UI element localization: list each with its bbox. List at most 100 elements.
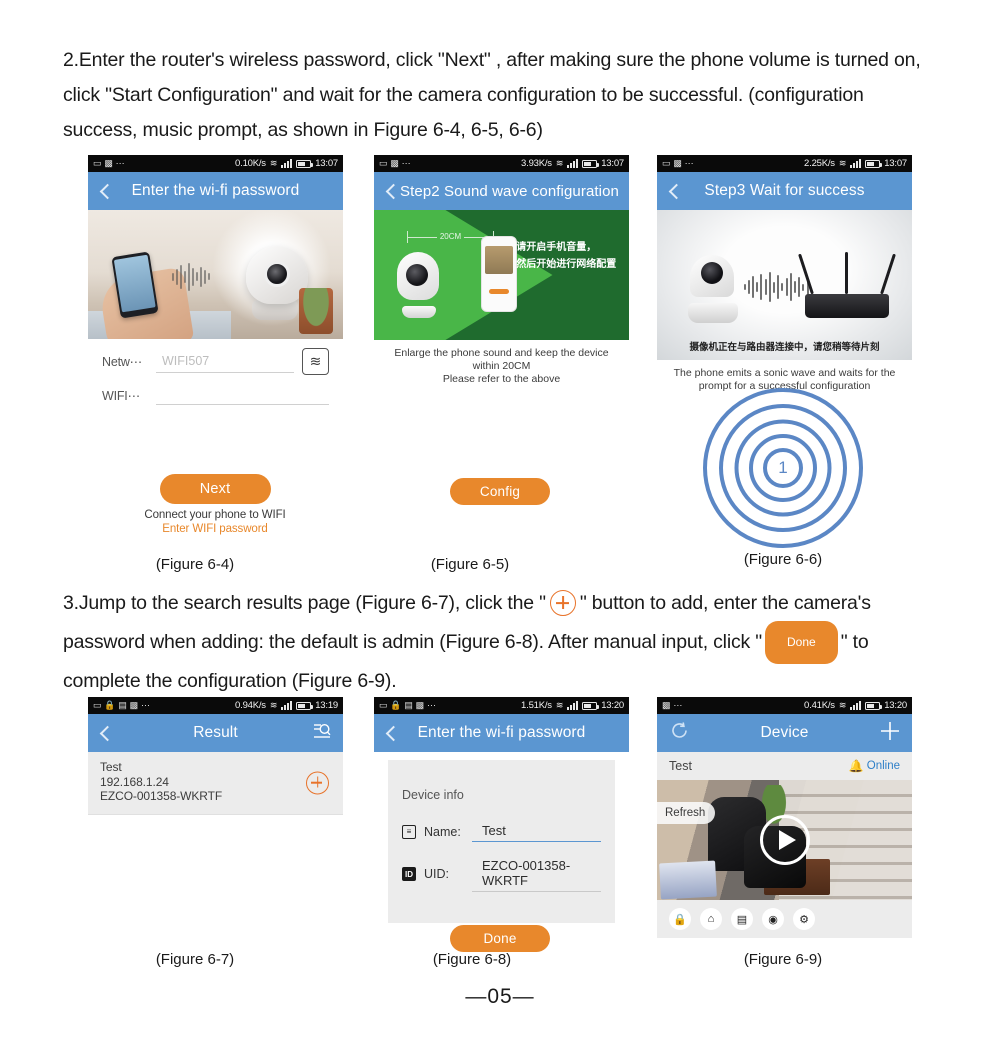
fig64-wifi-row: WIFI⋯ [88,377,343,407]
done-button[interactable]: Done [450,925,550,952]
fig66-caption-line-1: The phone emits a sonic wave and waits f… [673,367,896,379]
fig69-navbar: Device [657,714,912,752]
camera-stand-shape [402,306,437,319]
lock-icon[interactable]: 🔒 [669,908,691,930]
device-toolbar: 🔒 ⌂ ▤ ◉ ⚙ [657,900,912,938]
search-list-icon[interactable] [314,722,331,744]
fig67-time: 13:19 [315,700,338,711]
router-shape [798,252,896,318]
fig64-network-label: Netw⋯ [102,355,142,369]
papers-shape [658,860,717,900]
fig65-cn-line2: 然后开始进行网络配置 [516,258,617,270]
result-name: Test [100,760,122,774]
inline-done-button: Done [765,621,838,664]
wifi-icon: ≋ [269,158,278,168]
fig69-status-right: 0.41K/s ≋ 13:20 [804,700,907,711]
figure-6-7-caption: (Figure 6-7) [155,951,235,968]
more-icon: ⋯ [115,158,125,168]
camera-base-shape [687,303,738,323]
apps-icon: ▩ [129,700,139,710]
page-number-dash-right: — [512,985,535,1008]
fig65-status-left-icons: ▭ ▩ ⋯ [379,158,411,168]
fig68-cta-group: Done [390,925,610,952]
next-button[interactable]: Next [159,474,271,504]
wifi-icon: ≋ [838,700,847,710]
fig65-caption-line-1: Enlarge the phone sound and keep the dev… [394,347,609,372]
fig64-network-row: Netw⋯ WIFI507 ≋ [88,339,343,377]
fig64-cta-sub2: Enter WIFI password [162,523,268,535]
config-button[interactable]: Config [450,478,550,505]
fig65-data-rate: 3.93K/s [521,158,552,169]
back-chevron-icon[interactable] [385,183,402,199]
fig68-navbar: Enter the wi-fi password [374,714,629,752]
plus-icon[interactable] [880,721,900,746]
battery-icon [296,701,314,710]
wifi-scan-icon[interactable]: ≋ [302,348,329,375]
refresh-button[interactable]: Refresh [657,801,716,824]
fig64-navbar-title: Enter the wi-fi password [131,182,300,199]
device-row-header[interactable]: Test 🔔 Online [657,752,912,780]
result-uid: EZCO-001358-WKRTF [100,789,223,803]
lock-status-icon: 🔒 [390,700,402,710]
fig68-data-rate: 1.51K/s [521,700,552,711]
page-number: —05— [0,985,1000,1009]
lock-status-icon: 🔒 [104,700,116,710]
wifi-icon: ≋ [555,700,564,710]
result-ip: 192.168.1.24 [100,774,169,789]
figure-6-6-phone-mock: ▭ ▩ ⋯ 2.25K/s ≋ 13:07 Step3 Wait for suc… [657,155,912,393]
fig64-wifi-input[interactable] [156,386,329,405]
fig69-time: 13:20 [884,700,907,711]
camera-preview[interactable]: Refresh [657,780,912,900]
battery-icon [582,701,600,710]
fig66-navbar: Step3 Wait for success [657,172,912,210]
signal-bars-icon [850,701,862,710]
signal-bars-icon [850,159,862,168]
sim-icon: ▭ [93,158,102,168]
fig65-cn-line1: 请开启手机音量， [516,241,597,253]
camera-lens-shape [264,261,291,288]
device-uid-row: ID UID: EZCO-001358-WKRTF [388,849,615,899]
fig66-illustration: 摄像机正在与路由器连接中，请您稍等待片刻 [657,210,912,360]
refresh-icon[interactable] [670,721,689,745]
device-name-label: Name: [424,824,461,839]
page-number-value: 05 [487,985,513,1008]
router-antenna-right [880,253,896,295]
camera-shape [396,251,439,300]
fig67-navbar: Result [88,714,343,752]
more-icon: ⋯ [401,158,411,168]
device-name-row: ≡ Name: Test [388,814,615,849]
more-icon: ⋯ [673,700,683,710]
distance-label: 20CM [436,231,465,241]
figure-6-7-phone-mock: ▭ 🔒 ▤ ▩ ⋯ 0.94K/s ≋ 13:19 Result Test 19… [88,697,343,899]
gear-icon[interactable]: ⚙ [793,908,815,930]
eye-off-icon[interactable]: ◉ [762,908,784,930]
fig64-network-input[interactable]: WIFI507 [156,351,294,373]
ripple-count-number: 1 [778,458,788,477]
fig67-status-right: 0.94K/s ≋ 13:19 [235,700,338,711]
fig65-time: 13:07 [601,158,624,169]
fig67-empty-area [88,814,343,899]
bell-icon: 🔔 [848,759,864,773]
plant-shape [298,287,333,334]
battery-icon [865,701,883,710]
fig69-status-left-icons: ▩ ⋯ [662,701,682,710]
play-icon[interactable] [759,815,810,865]
fig64-time: 13:07 [315,158,338,169]
more-icon: ⋯ [684,158,694,168]
fig64-navbar: Enter the wi-fi password [88,172,343,210]
home-alarm-icon[interactable]: ⌂ [700,908,722,930]
id-badge-icon: ID [402,867,416,881]
plus-circle-icon[interactable] [306,771,329,795]
apps-icon: ▩ [415,700,425,710]
figure-6-5-caption: (Figure 6-5) [430,556,510,573]
calendar-clock-icon[interactable]: ▤ [731,908,753,930]
fig64-status-right: 0.10K/s ≋ 13:07 [235,158,338,169]
device-name-input[interactable]: Test [472,821,601,842]
router-antenna-center [845,252,849,294]
fig66-status-bar: ▭ ▩ ⋯ 2.25K/s ≋ 13:07 [657,155,912,172]
signal-bars-icon [567,159,579,168]
camera-shape [690,255,735,297]
fig64-data-rate: 0.10K/s [235,158,266,169]
device-uid-input[interactable]: EZCO-001358-WKRTF [472,856,601,892]
result-list-item[interactable]: Test 192.168.1.24 EZCO-001358-WKRTF [88,752,343,815]
